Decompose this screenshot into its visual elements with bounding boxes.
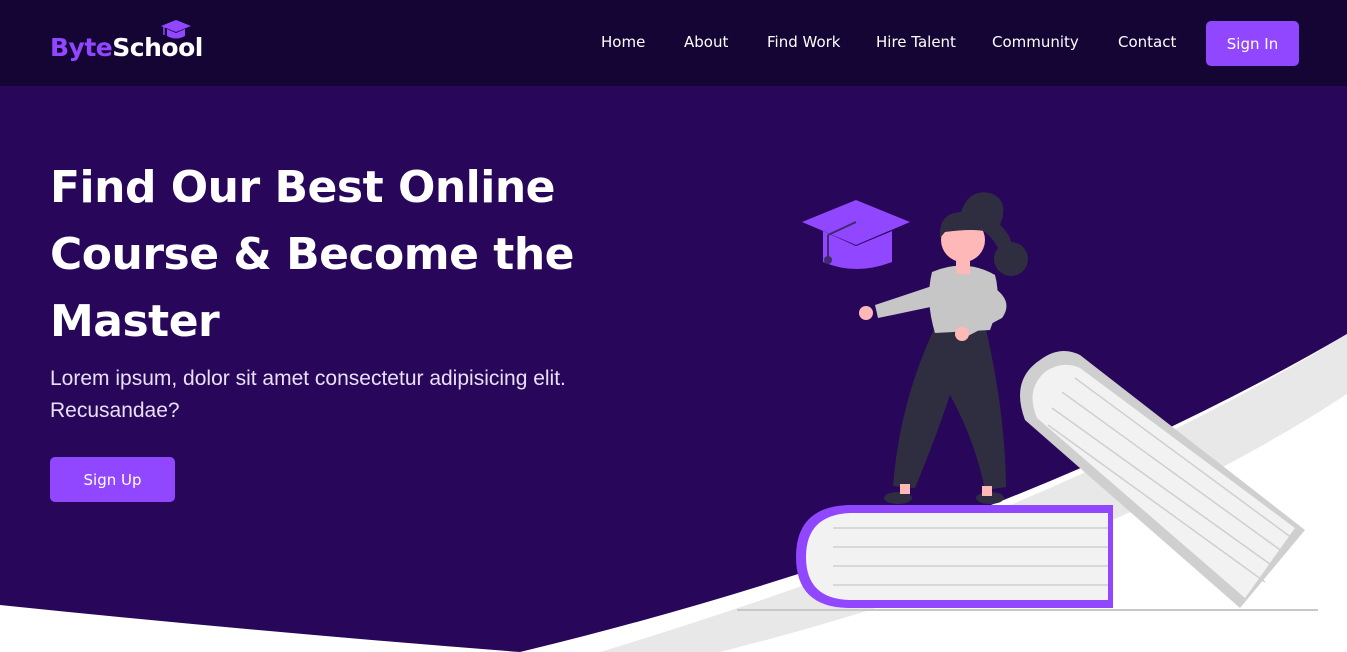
floating-graduation-cap-icon [802, 200, 910, 269]
nav-link-about[interactable]: About [684, 33, 728, 51]
hero-section: Find Our Best Online Course & Become the… [0, 86, 1347, 652]
nav-link-home[interactable]: Home [601, 33, 645, 51]
nav-link-community[interactable]: Community [992, 33, 1079, 51]
sign-in-button[interactable]: Sign In [1206, 21, 1299, 66]
student-on-books-illustration [737, 192, 1318, 611]
nav-link-find-work[interactable]: Find Work [767, 33, 840, 51]
main-navigation: Home About Find Work Hire Talent Communi… [0, 0, 1347, 86]
top-navbar: ByteSchool Home About Find Work Hire Tal… [0, 0, 1347, 86]
nav-link-hire-talent[interactable]: Hire Talent [876, 33, 956, 51]
hero-subtitle: Lorem ipsum, dolor sit amet consectetur … [50, 367, 566, 422]
nav-link-contact[interactable]: Contact [1118, 33, 1176, 51]
hero-title: Find Our Best Online Course & Become the… [50, 162, 574, 347]
stacked-book [796, 505, 1113, 608]
sign-up-button[interactable]: Sign Up [50, 457, 175, 502]
